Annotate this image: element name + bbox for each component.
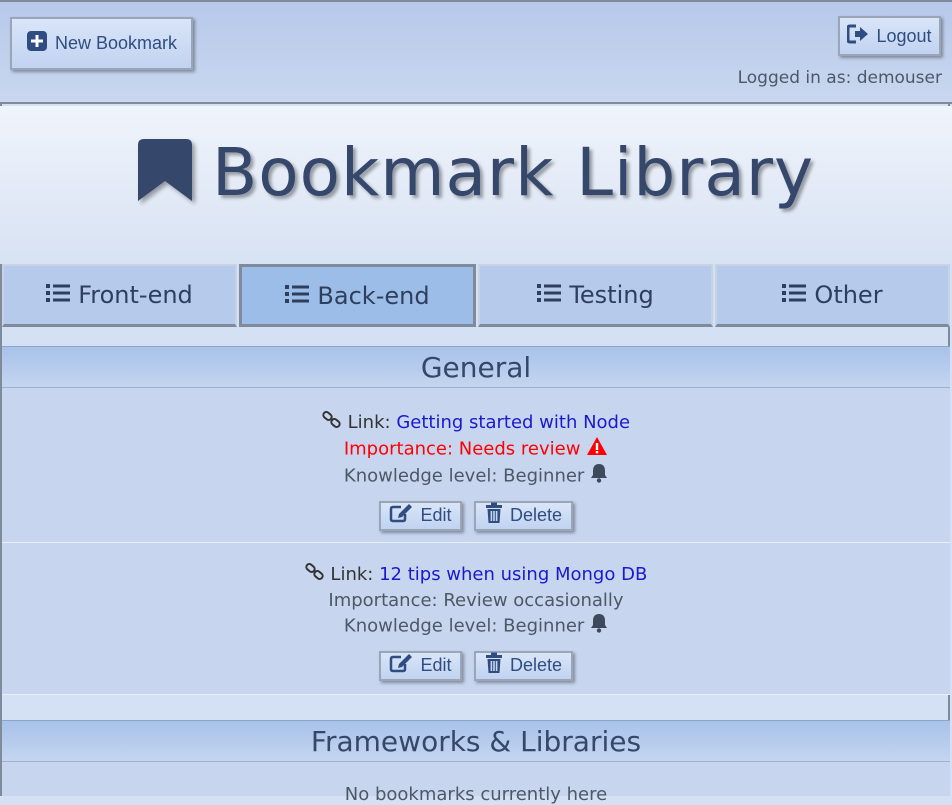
link-icon xyxy=(322,410,342,436)
knowledge-row: Knowledge level: Beginner xyxy=(2,463,950,490)
logout-icon xyxy=(846,24,869,49)
bookmark-item: Link: 12 tips when using Mongo DB Import… xyxy=(2,543,950,695)
bookmark-link[interactable]: Getting started with Node xyxy=(396,412,630,433)
trash-icon xyxy=(485,652,503,679)
bookmark-actions: Edit Delete xyxy=(2,650,950,681)
plus-square-icon xyxy=(26,30,48,57)
bookmark-item: Link: Getting started with Node Importan… xyxy=(2,388,950,543)
delete-button[interactable]: Delete xyxy=(474,650,573,681)
importance-text: Importance: Review occasionally xyxy=(328,589,624,611)
list-icon xyxy=(782,281,807,309)
bookmark-link-row: Link: 12 tips when using Mongo DB xyxy=(2,562,950,588)
logout-label: Logout xyxy=(876,25,932,46)
tab-testing[interactable]: Testing xyxy=(478,264,713,327)
link-label: Link: xyxy=(330,564,374,585)
knowledge-text: Knowledge level: Beginner xyxy=(343,465,585,486)
section-title: General xyxy=(420,350,532,384)
link-label: Link: xyxy=(347,412,391,433)
category-tabs: Front-end Back-end Testing Other xyxy=(2,264,950,327)
edit-button[interactable]: Edit xyxy=(379,500,462,531)
tab-label: Other xyxy=(814,281,883,309)
tab-label: Testing xyxy=(569,281,654,309)
new-bookmark-button[interactable]: New Bookmark xyxy=(10,17,193,70)
link-icon xyxy=(305,562,325,588)
page-title: Bookmark Library xyxy=(211,133,815,211)
list-icon xyxy=(46,281,71,309)
page-header: Bookmark Library xyxy=(0,106,952,264)
tab-label: Front-end xyxy=(78,281,193,309)
edit-label: Edit xyxy=(420,655,452,675)
delete-label: Delete xyxy=(509,655,563,675)
section-title: Frameworks & Libraries xyxy=(310,724,642,758)
bookmark-icon xyxy=(137,139,192,205)
trash-icon xyxy=(485,502,503,529)
knowledge-row: Knowledge level: Beginner xyxy=(2,613,950,640)
list-icon xyxy=(537,281,562,309)
edit-button[interactable]: Edit xyxy=(379,650,462,681)
bookmark-link-row: Link: Getting started with Node xyxy=(2,410,950,436)
tab-front-end[interactable]: Front-end xyxy=(2,264,237,327)
knowledge-text: Knowledge level: Beginner xyxy=(343,615,585,636)
bell-icon xyxy=(590,463,608,490)
list-icon xyxy=(285,282,310,310)
logged-in-text: Logged in as: demouser xyxy=(737,68,942,88)
logout-button[interactable]: Logout xyxy=(838,16,941,56)
bookmark-link[interactable]: 12 tips when using Mongo DB xyxy=(379,564,647,585)
importance-row: Importance: Review occasionally xyxy=(2,588,950,613)
delete-button[interactable]: Delete xyxy=(474,500,573,531)
section-header-general: General xyxy=(2,346,950,388)
edit-icon xyxy=(389,503,413,528)
bookmark-actions: Edit Delete xyxy=(2,500,950,531)
bell-icon xyxy=(590,613,608,640)
tab-back-end[interactable]: Back-end xyxy=(239,264,476,327)
section-header-frameworks: Frameworks & Libraries xyxy=(2,720,950,762)
empty-message: No bookmarks currently here xyxy=(344,784,608,805)
edit-label: Edit xyxy=(420,505,452,525)
delete-label: Delete xyxy=(509,505,563,525)
importance-row: Importance: Needs review xyxy=(2,436,950,463)
importance-text: Importance: Needs review xyxy=(343,438,581,459)
new-bookmark-label: New Bookmark xyxy=(54,33,178,53)
edit-icon xyxy=(389,653,413,678)
tab-other[interactable]: Other xyxy=(715,264,950,327)
top-bar: New Bookmark Logout Logged in as: demous… xyxy=(0,0,952,104)
warning-icon xyxy=(586,436,608,463)
tab-label: Back-end xyxy=(317,281,430,310)
